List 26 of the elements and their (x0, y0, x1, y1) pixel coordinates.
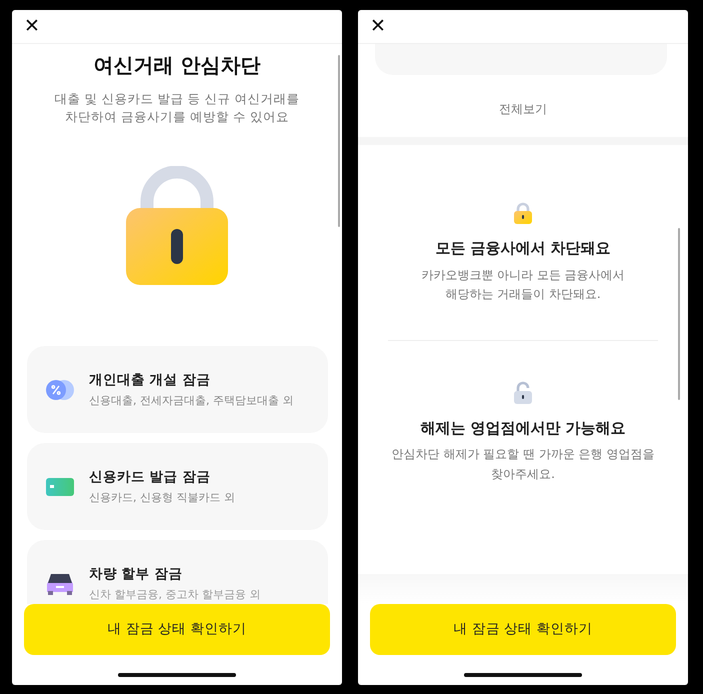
lock-option-card[interactable]: 차량 할부 잠금 신차 할부금융, 중고차 할부금융 외 (27, 540, 328, 604)
section-title: 모든 금융사에서 차단돼요 (435, 238, 611, 259)
card-title: 차량 할부 잠금 (89, 565, 184, 584)
padlock-icon (512, 201, 534, 225)
check-lock-status-button[interactable]: 내 잠금 상태 확인하기 (370, 604, 676, 655)
section-text: 카카오뱅크뿐 아니라 모든 금융사에서 해당하는 거래들이 차단돼요. (421, 266, 625, 303)
check-lock-status-button[interactable]: 내 잠금 상태 확인하기 (24, 604, 330, 655)
lock-option-card[interactable]: 신용카드 발급 잠금 신용카드, 신용형 직불카드 외 (27, 443, 328, 530)
credit-card-icon (45, 476, 75, 497)
page-title: 여신거래 안심차단 (92, 52, 262, 79)
close-button[interactable]: ✕ (22, 17, 42, 36)
car-icon (45, 572, 75, 596)
view-all-link[interactable]: 전체보기 (493, 99, 553, 119)
card-subtitle: 신용카드, 신용형 직불카드 외 (89, 490, 235, 506)
description-text: 대출 및 신용카드 발급 등 신규 여신거래를 차단하여 금융사기를 예방할 수 있어요 (54, 90, 300, 126)
card-title: 신용카드 발급 잠금 (89, 468, 212, 488)
close-button[interactable]: ✕ (368, 17, 388, 36)
percent-coin-icon (45, 378, 75, 401)
card-subtitle: 신차 할부금융, 중고차 할부금융 외 (89, 586, 260, 603)
section-text: 안심차단 해제가 필요할 땐 가까운 은행 영업점을 찾아주세요. (392, 446, 654, 483)
section-title: 해제는 영업점에서만 가능해요 (420, 418, 626, 439)
card-title: 개인대출 개설 잠금 (89, 371, 212, 390)
padlock-icon (125, 166, 229, 286)
card-subtitle: 신용대출, 전세자금대출, 주택담보대출 외 (89, 392, 294, 409)
lock-option-card[interactable]: 개인대출 개설 잠금 신용대출, 전세자금대출, 주택담보대출 외 (27, 346, 328, 434)
open-padlock-icon (512, 380, 534, 405)
